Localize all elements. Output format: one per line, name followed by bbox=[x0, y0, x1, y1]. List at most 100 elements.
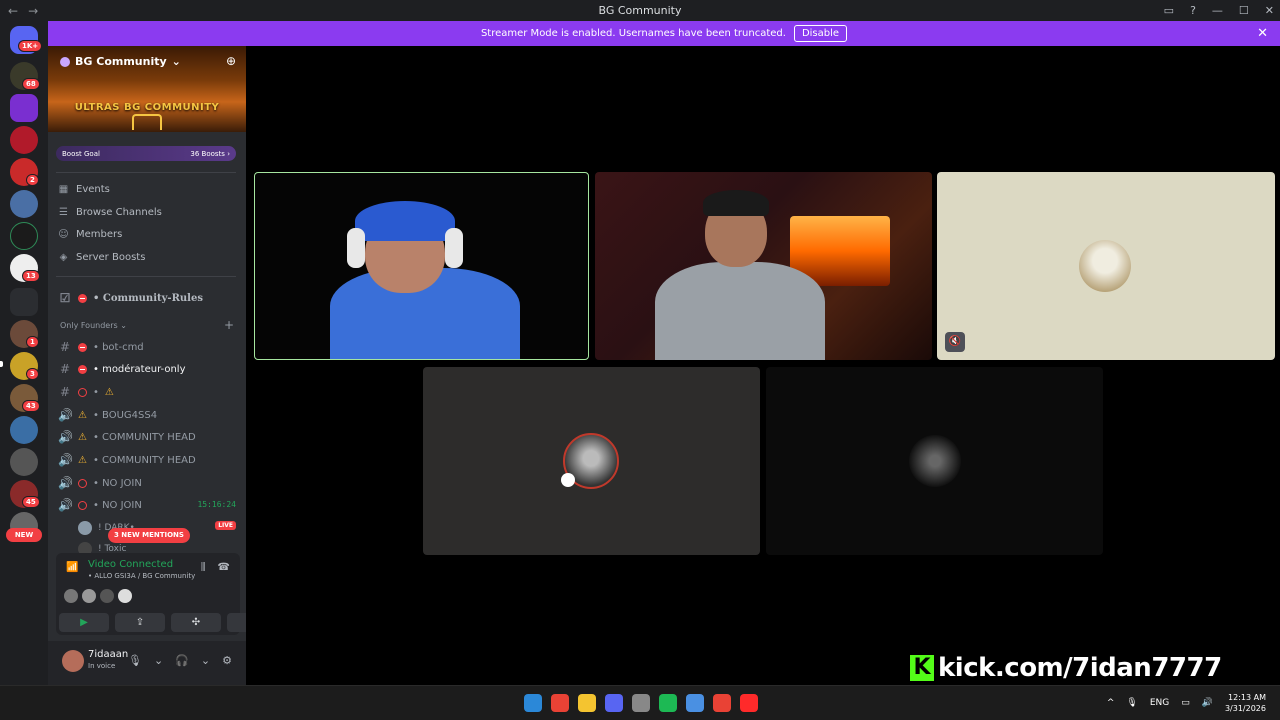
server-icon[interactable] bbox=[10, 222, 38, 250]
avatar[interactable] bbox=[118, 589, 132, 603]
minimize-button[interactable]: — bbox=[1212, 4, 1223, 17]
chevron-down-icon[interactable]: ⌄ bbox=[154, 654, 163, 667]
nav-label: Members bbox=[76, 229, 123, 240]
server-badge-icon bbox=[60, 56, 70, 67]
back-arrow-icon[interactable]: ← bbox=[8, 4, 18, 18]
headphones-icon[interactable]: 🎧 bbox=[175, 654, 189, 667]
voice-location[interactable]: • ALLO GSI3A / BG Community bbox=[88, 572, 195, 580]
nav-members[interactable]: ☺ Members bbox=[58, 229, 122, 240]
screen-share-icon[interactable]: ▭ bbox=[1164, 4, 1174, 17]
taskbar-app-icon[interactable] bbox=[659, 694, 677, 712]
settings-icon[interactable]: ⚙ bbox=[222, 654, 232, 667]
clock-date: 3/31/2026 bbox=[1224, 704, 1266, 713]
video-tile[interactable] bbox=[254, 172, 589, 360]
taskbar-app-icon[interactable] bbox=[632, 694, 650, 712]
notification-badge: 13 bbox=[22, 270, 40, 282]
channel-bot-cmd[interactable]: # • bot-cmd bbox=[58, 340, 144, 354]
close-banner-icon[interactable]: ✕ bbox=[1257, 26, 1268, 41]
nav-browse-channels[interactable]: ☰ Browse Channels bbox=[58, 207, 162, 218]
folder-icon[interactable] bbox=[10, 288, 38, 316]
nav-label: Events bbox=[76, 184, 110, 195]
video-tile-avatar[interactable] bbox=[766, 367, 1103, 555]
taskbar-app-icon[interactable] bbox=[740, 694, 758, 712]
invite-people-icon[interactable]: ⊕ bbox=[226, 54, 236, 68]
kick-url: kick.com/7idan7777 bbox=[938, 653, 1222, 683]
streamer-mode-banner: Streamer Mode is enabled. Usernames have… bbox=[48, 21, 1280, 46]
no-entry-icon bbox=[78, 342, 87, 352]
clock[interactable]: 12:13 AM 3/31/2026 bbox=[1225, 692, 1266, 714]
kick-overlay: K kick.com/7idan7777 bbox=[910, 653, 1222, 683]
microphone-icon[interactable]: 🎙 bbox=[1126, 698, 1137, 708]
channel-name: • Community-Rules bbox=[93, 292, 203, 304]
signal-icon[interactable]: 📶 bbox=[66, 562, 82, 576]
clock-time: 12:13 AM bbox=[1228, 693, 1266, 702]
avatar[interactable] bbox=[64, 589, 78, 603]
taskbar-app-icon[interactable] bbox=[551, 694, 569, 712]
window-title: BG Community bbox=[598, 4, 682, 17]
category-only-founders[interactable]: Only Founders ⌄ bbox=[60, 321, 127, 330]
server-banner: BG Community ⌄ ⊕ ULTRAS BG COMMUNITY bbox=[48, 46, 246, 132]
noise-suppression-icon[interactable]: ⫼ bbox=[201, 562, 206, 573]
channel-community-rules[interactable]: ☑ • Community-Rules bbox=[58, 291, 203, 305]
disconnect-icon[interactable]: ☎ bbox=[218, 562, 230, 573]
chevron-down-icon[interactable]: ⌄ bbox=[201, 654, 210, 667]
notification-badge: 43 bbox=[22, 400, 40, 412]
maximize-button[interactable]: ☐ bbox=[1239, 4, 1249, 17]
nav-server-boosts[interactable]: ◈ Server Boosts bbox=[58, 252, 146, 263]
close-button[interactable]: ✕ bbox=[1265, 4, 1274, 17]
channel-moderateur-only[interactable]: # • modérateur-only bbox=[58, 362, 186, 376]
help-icon[interactable]: ? bbox=[1190, 4, 1196, 17]
microphone-icon[interactable]: 🎙 bbox=[128, 654, 142, 667]
avatar[interactable] bbox=[100, 589, 114, 603]
nav-events[interactable]: ▦ Events bbox=[58, 184, 110, 195]
share-screen-button[interactable]: ⇪ bbox=[115, 613, 165, 632]
channel-name: • modérateur-only bbox=[93, 363, 186, 375]
channel-name: • BOUG4SS4 bbox=[92, 409, 158, 421]
volume-icon[interactable]: 🔊 bbox=[1202, 698, 1213, 708]
channel-community-head[interactable]: 🔊 ⚠ • COMMUNITY HEAD bbox=[58, 430, 196, 444]
server-icon[interactable] bbox=[10, 126, 38, 154]
language-indicator[interactable]: ENG bbox=[1150, 698, 1169, 708]
chevron-right-icon: › bbox=[227, 149, 230, 158]
crest-icon bbox=[132, 114, 162, 130]
video-tile[interactable] bbox=[595, 172, 932, 360]
camera-button[interactable]: ▶ bbox=[59, 613, 109, 632]
server-icon[interactable] bbox=[10, 448, 38, 476]
avatar[interactable] bbox=[82, 589, 96, 603]
taskbar-app-icon[interactable] bbox=[578, 694, 596, 712]
server-icon[interactable] bbox=[10, 416, 38, 444]
network-icon[interactable]: ▭ bbox=[1181, 698, 1190, 708]
taskbar-app-icon[interactable] bbox=[524, 694, 542, 712]
avatar[interactable] bbox=[62, 650, 84, 672]
disable-button[interactable]: Disable bbox=[793, 25, 848, 42]
voice-channel-icon: 🔊 bbox=[58, 430, 73, 444]
taskbar-app-icon[interactable] bbox=[605, 694, 623, 712]
boost-goal-bar[interactable]: Boost Goal 36 Boosts › bbox=[56, 146, 236, 161]
nav-label: Browse Channels bbox=[76, 207, 162, 218]
channel-community-head[interactable]: 🔊 ⚠ • COMMUNITY HEAD bbox=[58, 453, 196, 467]
channel-warning[interactable]: # • ⚠ bbox=[58, 385, 114, 399]
voice-status[interactable]: Video Connected bbox=[88, 559, 173, 570]
new-mentions-pill[interactable]: 3 NEW MENTIONS bbox=[108, 528, 190, 543]
server-icon[interactable] bbox=[10, 94, 38, 122]
server-icon[interactable] bbox=[10, 190, 38, 218]
activities-button[interactable]: ✣ bbox=[171, 613, 221, 632]
chevron-down-icon: ⌄ bbox=[171, 55, 181, 68]
warning-icon: ⚠ bbox=[78, 431, 87, 443]
taskbar-app-icon[interactable] bbox=[713, 694, 731, 712]
prohibited-icon bbox=[78, 500, 87, 510]
system-tray: ^ 🎙 ENG ▭ 🔊 12:13 AM 3/31/2026 bbox=[1107, 692, 1266, 714]
channel-boug4ss4[interactable]: 🔊 ⚠ • BOUG4SS4 bbox=[58, 408, 157, 422]
server-name-header[interactable]: BG Community ⌄ bbox=[60, 55, 181, 68]
video-tile-avatar[interactable]: 🔇 bbox=[937, 172, 1275, 360]
channel-no-join[interactable]: 🔊 • NO JOIN bbox=[58, 476, 142, 490]
new-unreads-pill[interactable]: NEW bbox=[6, 528, 42, 542]
taskbar-app-icon[interactable] bbox=[686, 694, 704, 712]
video-tile-avatar[interactable] bbox=[423, 367, 760, 555]
voice-channel-icon: 🔊 bbox=[58, 476, 73, 490]
tray-overflow-icon[interactable]: ^ bbox=[1107, 698, 1115, 708]
channel-no-join-active[interactable]: 🔊 • NO JOIN bbox=[58, 498, 142, 512]
add-channel-icon[interactable]: + bbox=[224, 318, 234, 332]
forward-arrow-icon[interactable]: → bbox=[28, 4, 38, 18]
username[interactable]: 7idaaan bbox=[88, 649, 128, 660]
